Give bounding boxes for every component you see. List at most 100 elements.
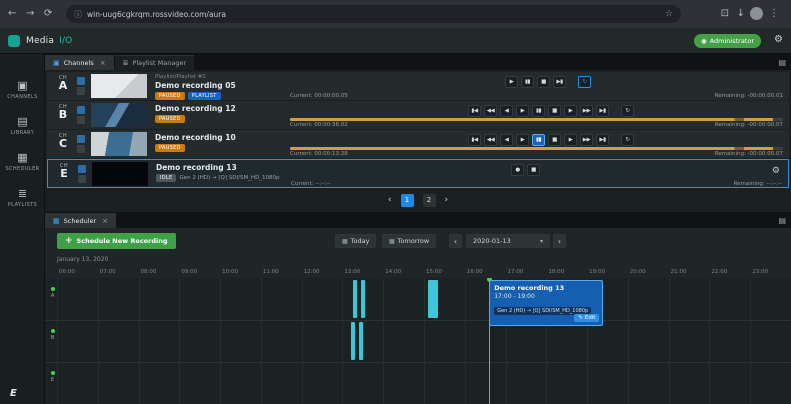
bookmark-icon[interactable]: ☆	[665, 9, 673, 19]
hour-label: 12:00	[303, 269, 320, 275]
transport-loop-button[interactable]: ↻	[621, 105, 634, 117]
site-info-icon[interactable]: ⓘ	[74, 9, 82, 20]
scheduler-icon: ▦	[17, 151, 28, 164]
scheduled-recording-block[interactable]	[360, 280, 365, 318]
scheduled-recording-block[interactable]	[428, 280, 439, 318]
channel-row-e[interactable]: CH E Demo recording 13 IDLE Gen 2 (HD) →…	[47, 159, 789, 188]
edit-event-button[interactable]: ✎ Edit	[574, 314, 600, 322]
page-2-button[interactable]: 2	[422, 193, 436, 207]
scheduled-recording-block[interactable]	[352, 280, 357, 318]
scheduler-tabbar: ▦ Scheduler × ▤	[45, 212, 791, 228]
timeline-grid[interactable]: Demo recording 13 17:00 - 19:00 Gen 2 (H…	[45, 278, 791, 404]
browser-menu-icon[interactable]: ⋮	[769, 8, 779, 20]
transport-skip-prev-button[interactable]: ▮◀	[468, 105, 481, 117]
sidebar-item-playlists[interactable]: ≣ PLAYLISTS	[0, 188, 45, 209]
remaining-time: Remaining: -00:00:00.07	[714, 151, 783, 157]
transport-skip-prev-button[interactable]: ▮◀	[468, 134, 481, 146]
transport-pause-button[interactable]: ▮▮	[532, 134, 545, 146]
progress-bar[interactable]	[290, 147, 783, 150]
hour-gridline	[179, 278, 181, 404]
downloads-icon[interactable]: ↓	[737, 8, 745, 20]
program-indicator	[77, 135, 85, 143]
progress-bar[interactable]	[290, 118, 783, 121]
transport-pause-button[interactable]: ▮▮	[521, 76, 534, 88]
transport-rewind-button[interactable]: ◀◀	[484, 134, 497, 146]
channel-settings-gear-icon[interactable]: ⚙	[772, 166, 780, 176]
user-menu-button[interactable]: ◉ Administrator	[694, 34, 761, 48]
badge-subgroup: IDLE	[156, 174, 177, 182]
panel-menu-icon[interactable]: ▤	[778, 58, 786, 67]
prev-page-icon[interactable]: ‹	[388, 195, 392, 205]
scheduled-recording-block[interactable]	[358, 322, 363, 360]
transport-fast-forward-button[interactable]: ▶▶	[580, 105, 593, 117]
app-title-io: I/O	[59, 36, 73, 46]
transport-controls: ▮◀ ◀◀ ◀ ▶ ▮▮ ■ ▶ ▶▶ ▶▮ ↻	[468, 105, 634, 117]
hour-gridline	[97, 278, 99, 404]
tab-playlist-manager[interactable]: ≣ Playlist Manager	[114, 55, 195, 70]
scheduler-event-block[interactable]: Demo recording 13 17:00 - 19:00 Gen 2 (H…	[489, 280, 604, 326]
next-day-button[interactable]: ›	[553, 234, 566, 248]
transport-play-button[interactable]: ▶	[516, 105, 529, 117]
channel-row-c[interactable]: CH C Demo recording 10 PAUSED ▮◀ ◀◀ ◀ ▶ ▮▮ ■ ▶…	[47, 130, 789, 158]
settings-gear-icon[interactable]: ⚙	[774, 34, 783, 45]
schedule-new-recording-button[interactable]: + Schedule New Recording	[57, 233, 176, 249]
transport-skip-next-button[interactable]: ▶▮	[596, 134, 609, 146]
transport-play-button[interactable]: ▶	[505, 76, 518, 88]
forward-icon[interactable]: →	[26, 8, 34, 20]
time-readout: Current: 00:00:00.05 Remaining: -00:00:0…	[290, 93, 783, 99]
remaining-time: Remaining: --:--:--	[733, 181, 782, 187]
next-page-icon[interactable]: ›	[445, 195, 449, 205]
time-readout: Current: --:--:-- Remaining: --:--:--	[291, 181, 782, 187]
address-bar[interactable]: ⓘ win-uug6cgkrqm.rossvideo.com/aura ☆	[66, 5, 681, 23]
tomorrow-button[interactable]: ▦ Tomorrow	[382, 234, 437, 248]
transport-stop-button[interactable]: ■	[548, 134, 561, 146]
transport-loop-button[interactable]: ↻	[621, 134, 634, 146]
close-tab-icon[interactable]: ×	[102, 217, 108, 225]
panel-menu-icon[interactable]: ▤	[778, 216, 786, 225]
extensions-icon[interactable]: ⊡	[721, 8, 729, 20]
event-title: Demo recording 13	[494, 284, 565, 292]
today-button[interactable]: ▦ Today	[335, 234, 377, 248]
channel-row-b[interactable]: CH B Demo recording 12 PAUSED ▮◀ ◀◀ ◀ ▶ ▮▮ ■ ▶…	[47, 101, 789, 129]
transport-skip-next-button[interactable]: ▶▮	[596, 105, 609, 117]
transport-stop-button[interactable]: ■	[527, 164, 540, 176]
transport-skip-next-button[interactable]: ▶▮	[553, 76, 566, 88]
sidebar-item-library[interactable]: ▤ LIBRARY	[0, 116, 45, 137]
transport-fast-forward-button[interactable]: ▶▶	[580, 134, 593, 146]
current-time: Current: 00:00:13.28	[290, 151, 348, 157]
transport-stop-button[interactable]: ■	[537, 76, 550, 88]
channel-online-dot	[50, 371, 55, 375]
transport-rewind-button[interactable]: ◀◀	[484, 105, 497, 117]
transport-record-button[interactable]: ●	[511, 164, 524, 176]
transport-pause-button[interactable]: ▮▮	[532, 105, 545, 117]
hour-label: 23:00	[752, 269, 769, 275]
page-1-button[interactable]: 1	[400, 193, 414, 207]
recording-title: Demo recording 13	[156, 163, 237, 172]
channel-thumbnail	[91, 74, 147, 98]
sidebar-item-channels[interactable]: ▣ CHANNELS	[0, 80, 45, 101]
tab-channels[interactable]: ▣ Channels ×	[45, 55, 114, 70]
hour-gridline	[750, 278, 752, 404]
channel-row-a[interactable]: CH A Playlist/Playlist #1 Demo recording…	[47, 72, 789, 100]
transport-loop-button[interactable]: ↻	[578, 76, 591, 88]
date-picker[interactable]: 2020-01-13 ▾	[466, 234, 550, 248]
date-value: 2020-01-13	[473, 237, 511, 245]
transport-frame-back-button[interactable]: ◀	[500, 105, 513, 117]
transport-frame-back-button[interactable]: ◀	[500, 134, 513, 146]
previous-day-button[interactable]: ‹	[449, 234, 462, 248]
hour-gridline	[220, 278, 222, 404]
sidebar-item-scheduler[interactable]: ▦ SCHEDULER	[0, 151, 45, 173]
transport-play-button[interactable]: ▶	[516, 134, 529, 146]
transport-frame-fwd-button[interactable]: ▶	[564, 105, 577, 117]
tab-scheduler[interactable]: ▦ Scheduler ×	[45, 213, 117, 228]
back-icon[interactable]: ←	[8, 8, 16, 20]
transport-frame-fwd-button[interactable]: ▶	[564, 134, 577, 146]
record-indicator	[77, 145, 85, 153]
reload-icon[interactable]: ⟳	[44, 8, 52, 20]
hour-label: 20:00	[629, 269, 646, 275]
scheduled-recording-block[interactable]	[350, 322, 355, 360]
browser-profile-avatar[interactable]	[750, 7, 763, 20]
calendar-icon: ▦	[342, 237, 348, 245]
transport-stop-button[interactable]: ■	[548, 105, 561, 117]
close-tab-icon[interactable]: ×	[100, 59, 106, 67]
